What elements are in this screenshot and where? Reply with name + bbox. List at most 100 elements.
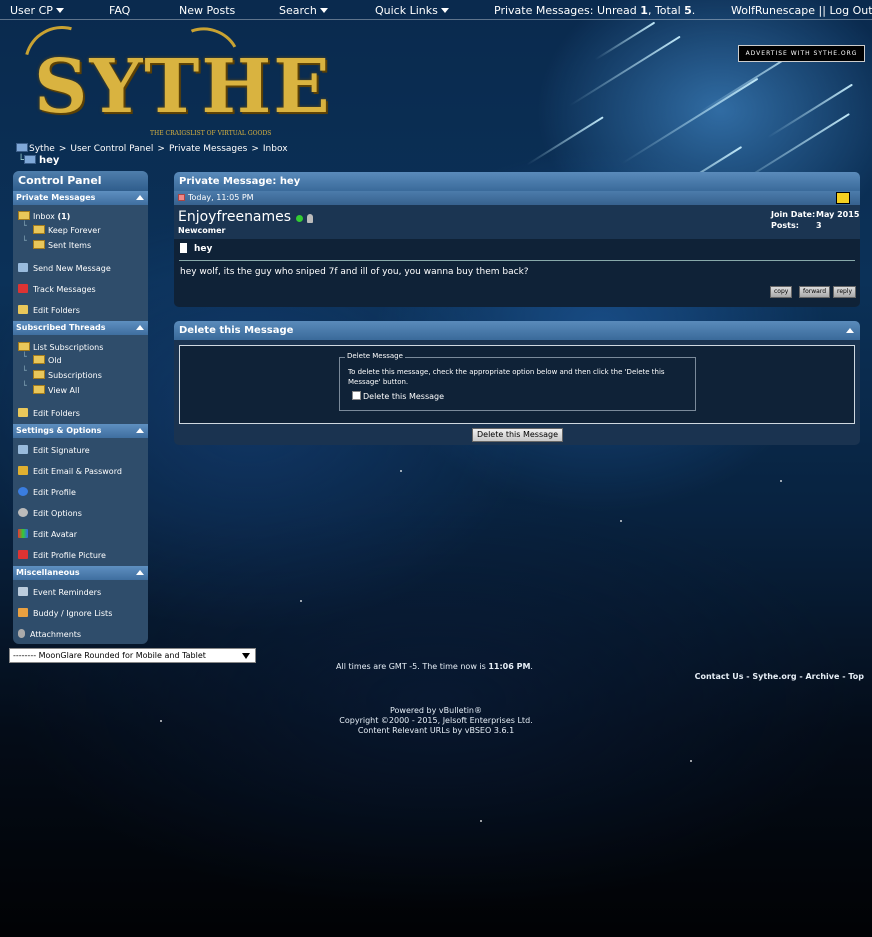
collapse-icon [136, 325, 144, 330]
folder-icon [33, 240, 45, 249]
search-menu[interactable]: Search [279, 4, 328, 17]
delete-message-button[interactable]: Delete this Message [472, 428, 564, 442]
collapse-icon [136, 570, 144, 575]
style-select[interactable]: -------- MoonGlare Rounded for Mobile an… [9, 648, 256, 663]
signature-icon [18, 445, 28, 454]
folder-icon [33, 385, 45, 394]
forum-home-icon [16, 143, 28, 152]
sidebar-item-edit-profile[interactable]: Edit Profile [18, 487, 76, 497]
join-date-label: Join Date: [771, 210, 816, 219]
reply-button[interactable]: reply [833, 286, 857, 298]
post-status-icon [178, 194, 185, 201]
fieldset-legend: Delete Message [345, 352, 405, 360]
message-subject: hey [194, 244, 213, 254]
section-settings-options[interactable]: Settings & Options [13, 424, 148, 438]
sidebar-item-edit-folders-subs[interactable]: Edit Folders [18, 408, 80, 418]
post-username[interactable]: Enjoyfreenames [178, 209, 291, 225]
collapse-icon [136, 195, 144, 200]
timezone-info: All times are GMT -5. The time now is 11… [336, 662, 533, 671]
section-subscribed-threads[interactable]: Subscribed Threads [13, 321, 148, 335]
sidebar-item-edit-profile-picture[interactable]: Edit Profile Picture [18, 550, 106, 560]
archive-link[interactable]: Archive [805, 672, 839, 681]
breadcrumb-user-control-panel[interactable]: User Control Panel [70, 144, 153, 154]
sidebar-item-edit-avatar[interactable]: Edit Avatar [18, 529, 77, 539]
private-message-panel: Private Message: hey Today, 11:05 PM Enj… [174, 172, 860, 307]
sidebar-item-edit-options[interactable]: Edit Options [18, 508, 82, 518]
faq-link[interactable]: FAQ [109, 4, 130, 17]
collapse-icon [136, 428, 144, 433]
sidebar-item-keep-forever[interactable]: Keep Forever [33, 225, 101, 235]
folder-icon [18, 211, 30, 220]
calendar-icon [18, 587, 28, 596]
sidebar-item-buddy-ignore-lists[interactable]: Buddy / Ignore Lists [18, 608, 112, 618]
delete-instructions: To delete this message, check the approp… [348, 368, 665, 386]
message-header: Private Message: hey [174, 172, 860, 191]
sidebar-item-sent-items[interactable]: Sent Items [33, 240, 91, 250]
new-posts-link[interactable]: New Posts [179, 4, 235, 17]
chevron-down-icon [55, 8, 64, 13]
user-icon [307, 214, 313, 223]
quick-links-menu[interactable]: Quick Links [375, 4, 449, 17]
sidebar-item-edit-folders-pm[interactable]: Edit Folders [18, 305, 80, 315]
account-links: WolfRunescape || Log Out [731, 4, 872, 17]
sythe-link[interactable]: Sythe.org [752, 672, 796, 681]
powered-by: Powered by vBulletin® [390, 706, 482, 715]
sidebar-item-subscriptions[interactable]: Subscriptions [33, 370, 102, 380]
folder-icon [33, 225, 45, 234]
control-panel-sidebar: Control Panel Private Messages Inbox (1)… [13, 171, 148, 644]
contact-us-link[interactable]: Contact Us [695, 672, 744, 681]
delete-checkbox-label[interactable]: Delete this Message [363, 392, 444, 401]
breadcrumb-sythe[interactable]: Sythe [29, 144, 55, 154]
paperclip-icon [18, 629, 25, 638]
post-user-info: Enjoyfreenames Newcomer Join Date: May 2… [174, 205, 860, 239]
sidebar-item-list-subscriptions[interactable]: List Subscriptions [18, 342, 103, 352]
advertise-banner[interactable]: ADVERTISE WITH SYTHE.ORG [738, 45, 865, 62]
sidebar-item-edit-signature[interactable]: Edit Signature [18, 445, 90, 455]
online-status-icon [296, 215, 303, 222]
sidebar-item-edit-email-password[interactable]: Edit Email & Password [18, 466, 122, 476]
picture-icon [18, 550, 28, 559]
compose-icon [18, 263, 28, 272]
user-cp-menu[interactable]: User CP [10, 4, 64, 17]
report-icon[interactable] [836, 192, 850, 204]
document-icon [180, 243, 187, 253]
folder-icon [33, 370, 45, 379]
sidebar-item-attachments[interactable]: Attachments [18, 629, 81, 639]
breadcrumb-private-messages[interactable]: Private Messages [169, 144, 247, 154]
sidebar-item-event-reminders[interactable]: Event Reminders [18, 587, 101, 597]
delete-panel-header: Delete this Message [174, 321, 860, 340]
key-icon [18, 466, 28, 475]
breadcrumb-inbox[interactable]: Inbox [263, 144, 288, 154]
folder-icon [33, 355, 45, 364]
vbseo-credit: Content Relevant URLs by vBSEO 3.6.1 [357, 726, 515, 735]
copyright-block: Powered by vBulletin® Copyright ©2000 - … [0, 706, 872, 736]
delete-message-panel: Delete this Message Delete Message To de… [174, 321, 860, 445]
delete-checkbox[interactable] [352, 391, 361, 400]
private-messages-status[interactable]: Private Messages: Unread 1, Total 5. [494, 4, 695, 17]
collapse-icon[interactable] [846, 328, 854, 333]
section-private-messages[interactable]: Private Messages [13, 191, 148, 205]
sidebar-item-send-new-message[interactable]: Send New Message [18, 263, 111, 273]
gear-icon [18, 508, 28, 517]
section-miscellaneous[interactable]: Miscellaneous [13, 566, 148, 580]
logout-link[interactable]: Log Out [829, 4, 872, 17]
username-link[interactable]: WolfRunescape [731, 4, 815, 17]
top-navigation: User CP FAQ New Posts Search Quick Links… [0, 0, 872, 20]
sidebar-item-view-all[interactable]: View All [33, 385, 79, 395]
sidebar-item-inbox[interactable]: Inbox (1) [18, 211, 70, 221]
delete-fieldset: Delete Message To delete this message, c… [339, 352, 696, 411]
breadcrumb: Sythe > User Control Panel > Private Message… [16, 143, 292, 154]
site-logo[interactable]: SYTHE THE CRAIGSLIST OF VIRTUAL GOODS [10, 12, 330, 142]
info-icon [18, 487, 28, 496]
sidebar-item-track-messages[interactable]: Track Messages [18, 284, 96, 294]
top-link[interactable]: Top [848, 672, 864, 681]
chevron-down-icon [440, 8, 449, 13]
breadcrumb-current: └ hey [18, 155, 60, 166]
copy-button[interactable]: copy [770, 286, 793, 298]
footer-links: Contact Us - Sythe.org - Archive - Top [694, 672, 864, 681]
forward-button[interactable]: forward [799, 286, 831, 298]
posts-label: Posts: [771, 221, 799, 230]
sidebar-item-old[interactable]: Old [33, 355, 62, 365]
buddies-icon [18, 608, 28, 617]
edit-folder-icon [18, 408, 28, 417]
